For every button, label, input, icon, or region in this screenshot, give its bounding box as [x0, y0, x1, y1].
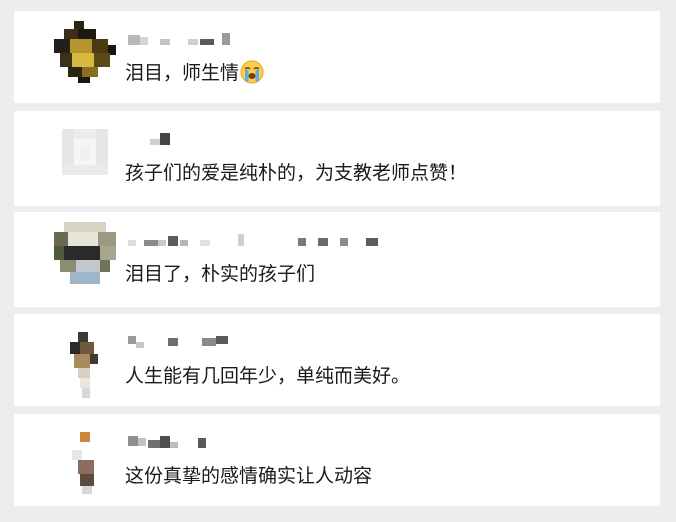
comment-text: 孩子们的爱是纯朴的，为支教老师点赞！: [125, 159, 467, 187]
comment-text-label: 泪目了，朴实的孩子们: [125, 263, 316, 285]
blurred-username: [128, 133, 388, 145]
comment-text: 泪目，师生情: [125, 59, 264, 92]
comment-card: 泪目，师生情: [14, 11, 660, 103]
comment-card: 孩子们的爱是纯朴的，为支教老师点赞！: [14, 111, 660, 206]
blurred-username: [128, 436, 388, 448]
blurred-username: [128, 33, 388, 45]
avatar[interactable]: [54, 21, 116, 83]
avatar[interactable]: [54, 121, 116, 183]
avatar[interactable]: [54, 324, 116, 398]
comment-card: 人生能有几回年少，单纯而美好。: [14, 314, 660, 406]
blurred-username: [128, 234, 388, 246]
comment-text-label: 人生能有几回年少，单纯而美好。: [125, 365, 411, 387]
comment-text-label: 孩子们的爱是纯朴的，为支教老师点赞！: [125, 162, 468, 184]
comment-card: 泪目了，朴实的孩子们: [14, 212, 660, 307]
comment-text: 这份真挚的感情确实让人动容: [125, 462, 372, 490]
comment-card: 这份真挚的感情确实让人动容: [14, 414, 660, 506]
comment-text: 泪目了，朴实的孩子们: [125, 260, 315, 288]
comment-text-label: 这份真挚的感情确实让人动容: [125, 465, 373, 487]
blurred-username: [128, 336, 388, 348]
loudly-crying-face-icon: [240, 60, 264, 92]
avatar[interactable]: [54, 424, 116, 494]
comment-text-label: 泪目，师生情: [125, 62, 240, 84]
comment-text: 人生能有几回年少，单纯而美好。: [125, 362, 410, 390]
avatar[interactable]: [54, 222, 116, 284]
